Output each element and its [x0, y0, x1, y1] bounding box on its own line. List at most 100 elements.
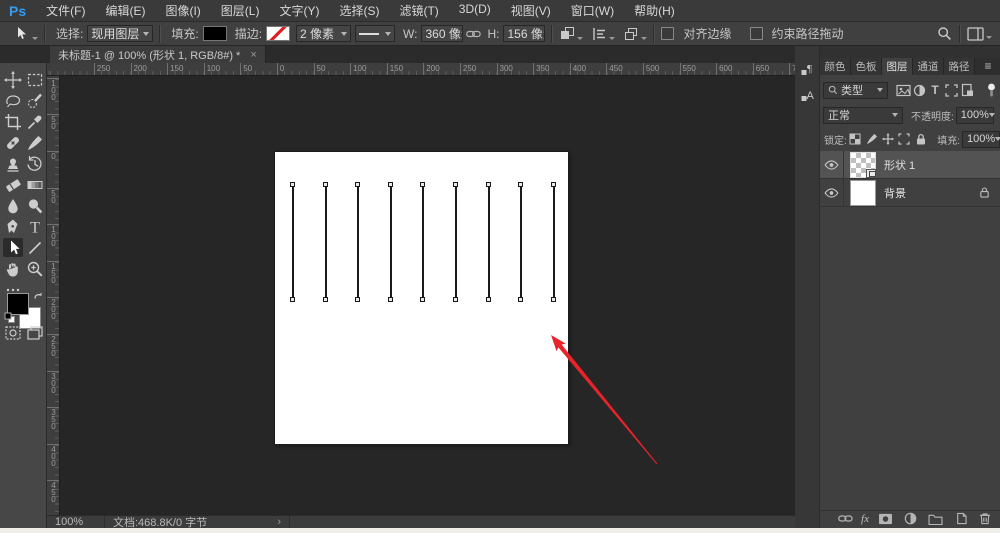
blur-tool[interactable]: [3, 196, 23, 215]
eraser-tool[interactable]: [3, 175, 23, 194]
canvas-pasteboard[interactable]: [60, 76, 795, 515]
layer-row-background[interactable]: 背景: [820, 179, 1000, 207]
line-shape[interactable]: [322, 182, 328, 302]
brush-tool[interactable]: [25, 133, 45, 152]
path-anchor-handle[interactable]: [518, 182, 524, 187]
gradient-tool[interactable]: [25, 175, 45, 194]
quick-selection-tool[interactable]: [25, 91, 45, 110]
path-selection-tool[interactable]: [3, 238, 23, 257]
delete-layer-trash-icon[interactable]: [976, 511, 994, 527]
stroke-color-swatch[interactable]: [266, 26, 291, 41]
select-mode-dropdown[interactable]: 现用图层: [87, 25, 154, 42]
rectangular-marquee-tool[interactable]: [25, 70, 45, 89]
layer-thumbnail[interactable]: [850, 179, 876, 206]
visibility-toggle[interactable]: [820, 179, 844, 206]
swap-colors-icon[interactable]: [33, 290, 44, 301]
filter-shape-layers-icon[interactable]: [943, 82, 959, 98]
new-layer-icon[interactable]: [951, 511, 969, 527]
character-panel-icon[interactable]: A: [799, 86, 817, 104]
lock-all-icon[interactable]: [913, 131, 929, 147]
add-layer-mask-icon[interactable]: [876, 511, 894, 527]
lock-image-pixels-icon[interactable]: [863, 131, 879, 147]
path-anchor-handle[interactable]: [387, 182, 393, 187]
zoom-level-field[interactable]: 100%: [47, 516, 105, 528]
align-edges-checkbox[interactable]: 对齐边缘: [661, 25, 735, 42]
shape-height-field[interactable]: 156 像素: [503, 25, 546, 42]
spot-healing-brush-tool[interactable]: [3, 133, 23, 152]
stroke-width-dropdown[interactable]: 2 像素: [296, 25, 352, 42]
menu-item[interactable]: 窗口(W): [561, 2, 624, 19]
path-alignment-button[interactable]: [591, 26, 616, 42]
line-shape[interactable]: [550, 182, 556, 302]
vertical-ruler[interactable]: 1 0 0 5 0 0 5 0 1 0 0 1 5 0 2 0 0 2 5 0 3 0 0 3 5…: [47, 76, 60, 515]
panel-menu-icon[interactable]: ≡: [976, 58, 1000, 75]
panel-tab-inactive[interactable]: 路径: [944, 58, 975, 75]
path-anchor-handle[interactable]: [322, 297, 328, 302]
path-anchor-handle[interactable]: [290, 182, 295, 187]
path-anchor-handle[interactable]: [355, 297, 361, 302]
adjustment-layer-icon[interactable]: [901, 511, 919, 527]
visibility-toggle[interactable]: [820, 151, 844, 178]
layer-name[interactable]: 背景: [884, 185, 906, 201]
filter-on-toggle[interactable]: [984, 82, 1000, 98]
default-colors-icon[interactable]: [4, 312, 16, 324]
dodge-tool[interactable]: [25, 196, 45, 215]
panel-tab-inactive[interactable]: 颜色: [820, 58, 851, 75]
fill-opacity-dropdown[interactable]: 100%: [961, 130, 1000, 148]
menu-item[interactable]: 帮助(H): [624, 2, 685, 19]
layer-style-fx-icon[interactable]: fx: [861, 513, 869, 525]
path-anchor-handle[interactable]: [420, 182, 426, 187]
type-tool[interactable]: T: [25, 217, 45, 236]
link-dimensions-icon[interactable]: [464, 26, 482, 42]
status-menu-chevron-icon[interactable]: ›: [277, 516, 281, 528]
filter-pixel-layers-icon[interactable]: [895, 82, 911, 98]
path-operations-button[interactable]: [559, 26, 584, 42]
close-tab-icon[interactable]: ×: [250, 49, 256, 61]
line-tool[interactable]: [25, 238, 45, 257]
layer-name[interactable]: 形状 1: [884, 157, 915, 173]
menu-item[interactable]: 选择(S): [329, 2, 389, 19]
lock-artboard-icon[interactable]: [896, 131, 912, 147]
line-shape[interactable]: [355, 182, 361, 302]
clone-stamp-tool[interactable]: [3, 154, 23, 173]
path-anchor-handle[interactable]: [290, 297, 295, 302]
screen-mode-icon[interactable]: [27, 326, 43, 340]
menu-item[interactable]: 文字(Y): [269, 2, 329, 19]
path-anchor-handle[interactable]: [550, 297, 556, 302]
menu-item[interactable]: 图层(L): [211, 2, 270, 19]
line-shape[interactable]: [453, 182, 458, 302]
line-shape[interactable]: [518, 182, 524, 302]
search-icon[interactable]: [935, 26, 953, 42]
menu-item[interactable]: 滤镜(T): [389, 2, 448, 19]
menu-item[interactable]: 文件(F): [36, 2, 95, 19]
menu-item[interactable]: 视图(V): [501, 2, 561, 19]
path-anchor-handle[interactable]: [518, 297, 524, 302]
blend-mode-dropdown[interactable]: 正常: [823, 106, 903, 124]
line-shape[interactable]: [290, 182, 295, 302]
opacity-dropdown[interactable]: 100%: [955, 106, 995, 124]
panel-tab-inactive[interactable]: 通道: [913, 58, 944, 75]
layer-filter-type-dropdown[interactable]: 类型: [823, 81, 889, 99]
line-shape[interactable]: [420, 182, 426, 302]
filter-adjustment-layers-icon[interactable]: [911, 82, 927, 98]
filter-type-layers-icon[interactable]: T: [927, 82, 943, 98]
menu-item[interactable]: 3D(D): [449, 2, 501, 19]
hand-tool[interactable]: [3, 259, 23, 278]
crop-tool[interactable]: [3, 112, 23, 131]
lasso-tool[interactable]: [3, 91, 23, 110]
panel-tab-active[interactable]: 图层: [882, 58, 913, 75]
fill-color-swatch[interactable]: [202, 26, 227, 41]
lock-transparent-pixels-icon[interactable]: [847, 131, 863, 147]
zoom-tool[interactable]: [25, 259, 45, 278]
path-anchor-handle[interactable]: [485, 182, 491, 187]
path-arrangement-button[interactable]: [623, 26, 648, 42]
eyedropper-tool[interactable]: [25, 112, 45, 131]
menu-item[interactable]: 编辑(E): [95, 2, 155, 19]
document-canvas[interactable]: [275, 152, 568, 444]
line-shape[interactable]: [485, 182, 491, 302]
filter-smart-objects-icon[interactable]: [959, 82, 975, 98]
panel-tab-inactive[interactable]: 色板: [851, 58, 882, 75]
workspace-switcher[interactable]: [967, 26, 992, 41]
history-brush-tool[interactable]: [25, 154, 45, 173]
stroke-type-dropdown[interactable]: [355, 25, 396, 42]
